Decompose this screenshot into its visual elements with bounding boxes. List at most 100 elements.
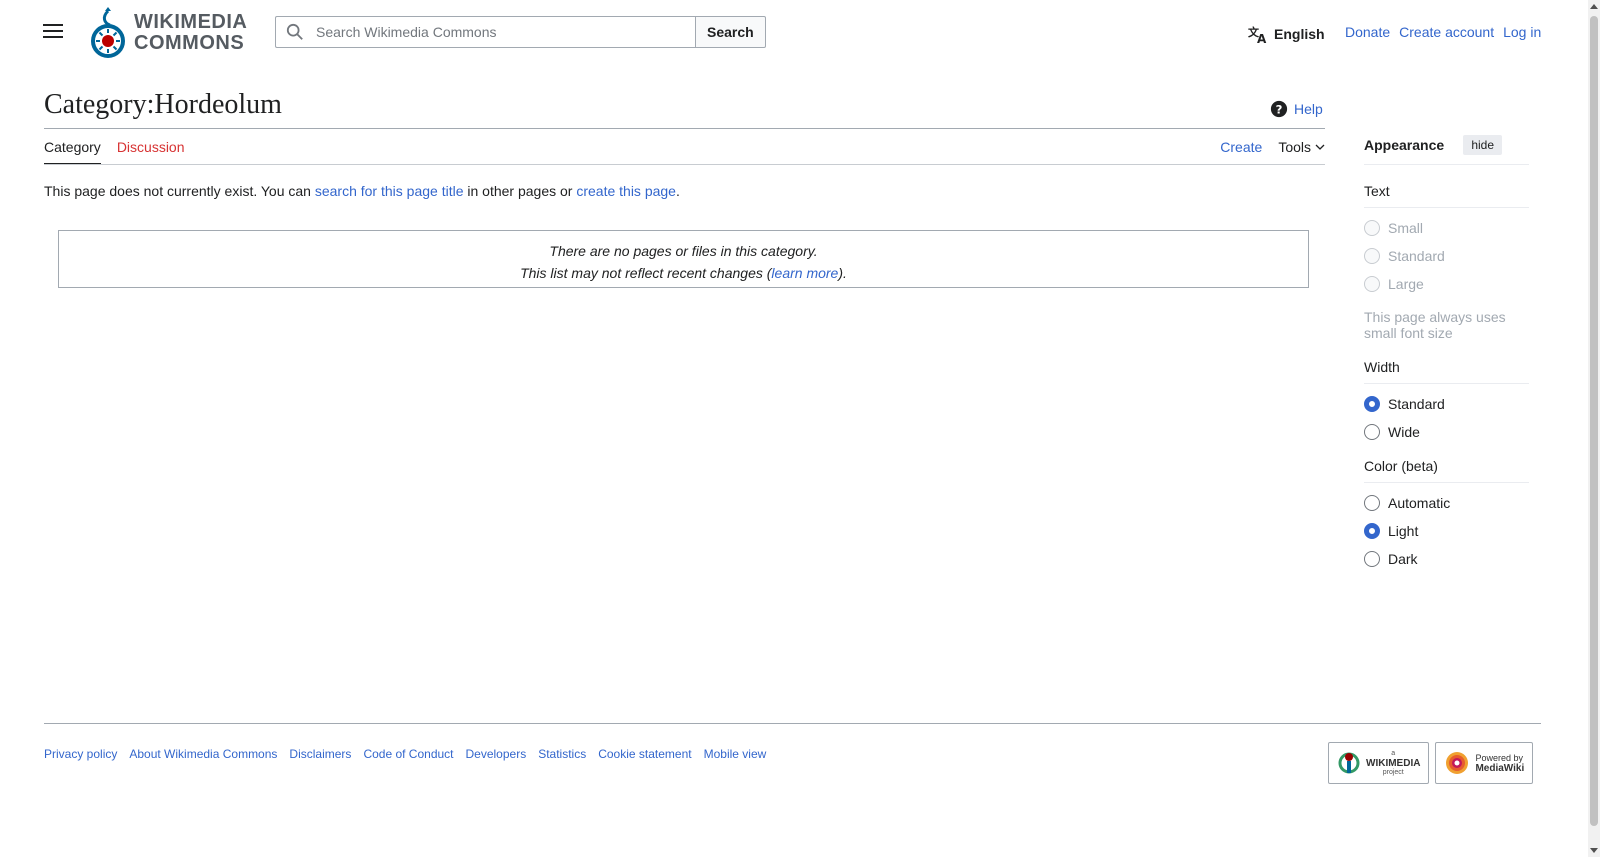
empty-category-box: There are no pages or files in this cate… <box>58 230 1309 288</box>
language-selector[interactable]: 文 A English <box>1248 24 1325 44</box>
badge-small-a: a <box>1391 749 1396 757</box>
help-label[interactable]: Help <box>1294 101 1323 117</box>
badge-project: project <box>1382 768 1404 776</box>
language-label: English <box>1274 26 1325 42</box>
search-icon <box>286 23 303 40</box>
text-group-title: Text <box>1364 183 1529 208</box>
notice-suffix: . <box>675 183 680 199</box>
create-account-link[interactable]: Create account <box>1399 24 1494 40</box>
footer-badges: a WIKIMEDIA project Powered by MediaWiki <box>1328 742 1534 784</box>
search-input[interactable] <box>314 23 688 41</box>
recent-changes-note: This list may not reflect recent changes… <box>59 262 1308 284</box>
learn-more-link[interactable]: learn more <box>771 265 838 281</box>
appearance-title: Appearance <box>1364 137 1445 153</box>
radio-label: Large <box>1388 276 1424 292</box>
main-menu-icon[interactable] <box>40 20 66 44</box>
logo-wordmark: WIKIMEDIA COMMONS <box>134 12 247 54</box>
donate-link[interactable]: Donate <box>1345 24 1390 40</box>
help-link[interactable]: ? Help <box>1270 100 1323 118</box>
login-link[interactable]: Log in <box>1503 24 1541 40</box>
page-title: Category:Hordeolum <box>44 89 282 120</box>
radio-icon <box>1364 220 1380 236</box>
color-light[interactable]: Light <box>1364 523 1529 539</box>
help-icon: ? <box>1270 100 1288 118</box>
page-actions: Create Tools <box>1220 139 1325 163</box>
scroll-thumb[interactable] <box>1590 16 1598 826</box>
footer-link-mobile[interactable]: Mobile view <box>704 747 767 761</box>
tools-label: Tools <box>1278 139 1311 155</box>
scroll-up-arrow-icon[interactable] <box>1590 4 1598 9</box>
note-prefix: This list may not reflect recent changes… <box>520 265 772 281</box>
search-button[interactable]: Search <box>695 16 766 48</box>
tab-category[interactable]: Category <box>44 139 101 165</box>
site-logo[interactable]: WIKIMEDIA COMMONS <box>88 7 247 59</box>
width-wide[interactable]: Wide <box>1364 424 1529 440</box>
radio-icon[interactable] <box>1364 523 1380 539</box>
user-links: Donate Create account Log in <box>1345 24 1541 40</box>
powered-by-mediawiki-badge[interactable]: Powered by MediaWiki <box>1435 742 1534 784</box>
footer-divider <box>44 723 1541 724</box>
badge-powered-by: Powered by <box>1475 752 1523 763</box>
notice-prefix: This page does not currently exist. You … <box>44 183 315 199</box>
tab-discussion[interactable]: Discussion <box>117 139 185 165</box>
width-standard[interactable]: Standard <box>1364 396 1529 412</box>
namespace-tabs: Category Discussion <box>44 139 185 165</box>
translate-icon: 文 A <box>1248 25 1267 44</box>
notice-middle: in other pages or <box>463 183 577 199</box>
tabs-divider <box>44 164 1325 165</box>
search-form: Search <box>275 16 766 48</box>
radio-label: Small <box>1388 220 1424 236</box>
empty-category-message: There are no pages or files in this cate… <box>549 243 818 259</box>
color-group-title: Color (beta) <box>1364 458 1529 483</box>
text-size-standard: Standard <box>1364 248 1529 264</box>
radio-icon[interactable] <box>1364 551 1380 567</box>
commons-logo-icon <box>91 7 125 58</box>
logo-line2: COMMONS <box>134 32 245 54</box>
search-title-link[interactable]: search for this page title <box>315 183 464 199</box>
wikimedia-logo-icon <box>1338 752 1360 774</box>
create-page-link[interactable]: create this page <box>576 183 676 199</box>
radio-icon[interactable] <box>1364 495 1380 511</box>
color-dark[interactable]: Dark <box>1364 551 1529 567</box>
footer-link-disclaimers[interactable]: Disclaimers <box>289 747 351 761</box>
width-group-title: Width <box>1364 359 1529 384</box>
page-scrollbar[interactable] <box>1588 0 1600 857</box>
radio-label: Dark <box>1388 551 1418 567</box>
wikimedia-badge-text: a WIKIMEDIA project <box>1366 750 1420 777</box>
wikimedia-project-badge[interactable]: a WIKIMEDIA project <box>1328 742 1430 784</box>
footer-links: Privacy policy About Wikimedia Commons D… <box>44 747 766 761</box>
mediawiki-badge-text: Powered by MediaWiki <box>1475 753 1524 774</box>
radio-label: Light <box>1388 523 1419 539</box>
tab-create[interactable]: Create <box>1220 139 1262 163</box>
scroll-down-arrow-icon[interactable] <box>1590 848 1598 853</box>
footer-link-code-of-conduct[interactable]: Code of Conduct <box>363 747 453 761</box>
footer-link-about[interactable]: About Wikimedia Commons <box>129 747 277 761</box>
radio-icon[interactable] <box>1364 396 1380 412</box>
footer-link-statistics[interactable]: Statistics <box>538 747 586 761</box>
badge-wikimedia: WIKIMEDIA <box>1366 757 1421 769</box>
radio-icon[interactable] <box>1364 424 1380 440</box>
chevron-down-icon <box>1315 144 1325 150</box>
hide-button[interactable]: hide <box>1463 135 1502 155</box>
search-field[interactable] <box>275 16 695 48</box>
radio-icon <box>1364 248 1380 264</box>
note-suffix: ). <box>838 265 847 281</box>
text-size-small: Small <box>1364 220 1529 236</box>
footer-link-developers[interactable]: Developers <box>466 747 527 761</box>
title-divider <box>44 128 1325 129</box>
svg-text:?: ? <box>1276 103 1283 117</box>
appearance-panel: Appearance hide Text Small Standard Larg… <box>1364 135 1529 567</box>
radio-label: Standard <box>1388 248 1445 264</box>
badge-mediawiki: MediaWiki <box>1475 762 1525 774</box>
tools-menu[interactable]: Tools <box>1278 139 1325 163</box>
footer-link-cookie[interactable]: Cookie statement <box>598 747 691 761</box>
mediawiki-logo-icon <box>1446 752 1469 774</box>
nonexistent-page-notice: This page does not currently exist. You … <box>44 183 680 199</box>
color-automatic[interactable]: Automatic <box>1364 495 1529 511</box>
radio-label: Automatic <box>1388 495 1451 511</box>
radio-label: Standard <box>1388 396 1445 412</box>
appearance-header: Appearance hide <box>1364 135 1529 165</box>
radio-icon <box>1364 276 1380 292</box>
footer-link-privacy[interactable]: Privacy policy <box>44 747 117 761</box>
svg-text:A: A <box>1257 32 1267 44</box>
